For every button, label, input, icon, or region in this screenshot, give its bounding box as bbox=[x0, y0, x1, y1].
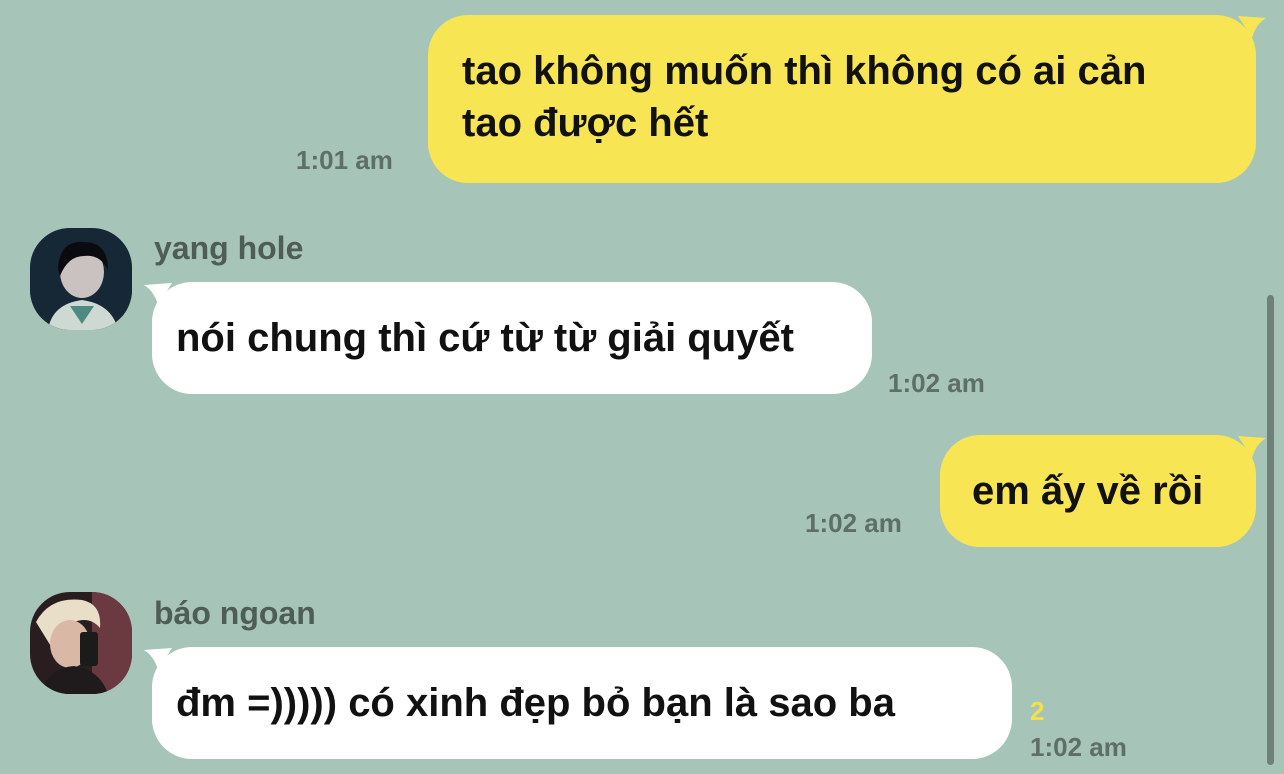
scrollbar[interactable] bbox=[1267, 295, 1274, 765]
message-bubble-outgoing[interactable]: em ấy về rồi bbox=[940, 435, 1256, 547]
message-timestamp: 1:02 am bbox=[805, 508, 902, 538]
message-text-line: tao không muốn thì không có ai cản bbox=[462, 49, 1147, 93]
avatar-bao-ngoan-icon bbox=[30, 592, 132, 694]
message-timestamp: 1:02 am bbox=[888, 368, 985, 398]
avatar[interactable] bbox=[30, 228, 132, 330]
message-bubble-outgoing[interactable]: tao không muốn thì không có ai cản tao đ… bbox=[428, 15, 1256, 183]
bubble-tail bbox=[1238, 16, 1266, 38]
message-timestamp: 1:01 am bbox=[296, 145, 393, 175]
message-text: nói chung thì cứ từ từ giải quyết bbox=[176, 316, 794, 360]
avatar-yang-hole-icon bbox=[30, 228, 132, 330]
chat-area[interactable]: tao không muốn thì không có ai cản tao đ… bbox=[0, 0, 1284, 774]
unread-count: 2 bbox=[1030, 696, 1045, 726]
avatar[interactable] bbox=[30, 592, 132, 694]
sender-name: yang hole bbox=[154, 230, 304, 266]
message-bubble-incoming[interactable]: nói chung thì cứ từ từ giải quyết bbox=[152, 282, 872, 394]
sender-name: báo ngoan bbox=[154, 595, 316, 631]
bubble-tail bbox=[1238, 436, 1266, 458]
message-bubble-incoming[interactable]: đm =))))) có xinh đẹp bỏ bạn là sao ba bbox=[152, 647, 1012, 759]
message-text: em ấy về rồi bbox=[972, 469, 1204, 513]
message-text: đm =))))) có xinh đẹp bỏ bạn là sao ba bbox=[176, 681, 895, 725]
message-text-line: tao được hết bbox=[462, 101, 709, 145]
message-timestamp: 1:02 am bbox=[1030, 732, 1127, 762]
